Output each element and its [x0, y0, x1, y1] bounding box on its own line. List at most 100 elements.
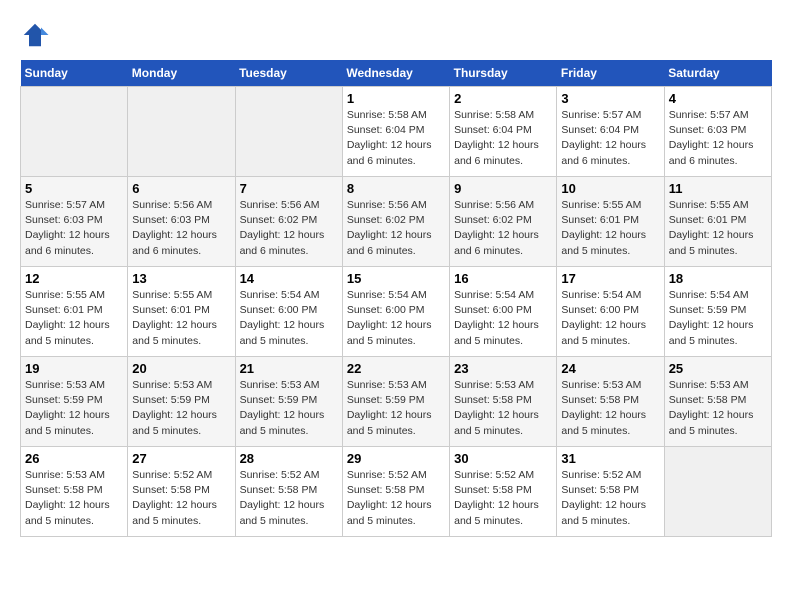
day-info: Sunrise: 5:56 AM Sunset: 6:02 PM Dayligh…	[240, 198, 338, 259]
day-info: Sunrise: 5:53 AM Sunset: 5:58 PM Dayligh…	[25, 468, 123, 529]
day-number: 14	[240, 271, 338, 286]
calendar-table: SundayMondayTuesdayWednesdayThursdayFrid…	[20, 60, 772, 537]
calendar-cell: 7Sunrise: 5:56 AM Sunset: 6:02 PM Daylig…	[235, 177, 342, 267]
calendar-cell: 25 Sunrise: 5:53 AM Sunset: 5:58 PM Dayli…	[664, 357, 771, 447]
day-number: 16	[454, 271, 552, 286]
day-info: Sunrise: 5:55 AM Sunset: 6:01 PM Dayligh…	[132, 288, 230, 349]
calendar-cell: 15Sunrise: 5:54 AM Sunset: 6:00 PM Dayli…	[342, 267, 449, 357]
day-number: 2	[454, 91, 552, 106]
calendar-cell: 11 Sunrise: 5:55 AM Sunset: 6:01 PM Dayli…	[664, 177, 771, 267]
weekday-header-monday: Monday	[128, 60, 235, 87]
calendar-cell	[664, 447, 771, 537]
page-header	[20, 20, 772, 50]
calendar-cell: 27Sunrise: 5:52 AM Sunset: 5:58 PM Dayli…	[128, 447, 235, 537]
day-number: 6	[132, 181, 230, 196]
day-info: Sunrise: 5:53 AM Sunset: 5:58 PM Dayligh…	[454, 378, 552, 439]
day-number: 19	[25, 361, 123, 376]
day-info: Sunrise: 5:54 AM Sunset: 6:00 PM Dayligh…	[240, 288, 338, 349]
day-number: 5	[25, 181, 123, 196]
day-info: Sunrise: 5:52 AM Sunset: 5:58 PM Dayligh…	[240, 468, 338, 529]
calendar-cell: 12Sunrise: 5:55 AM Sunset: 6:01 PM Dayli…	[21, 267, 128, 357]
day-number: 17	[561, 271, 659, 286]
day-info: Sunrise: 5:58 AM Sunset: 6:04 PM Dayligh…	[454, 108, 552, 169]
day-number: 9	[454, 181, 552, 196]
week-row-5: 26 Sunrise: 5:53 AM Sunset: 5:58 PM Dayli…	[21, 447, 772, 537]
day-number: 28	[240, 451, 338, 466]
day-number: 20	[132, 361, 230, 376]
day-number: 30	[454, 451, 552, 466]
day-number: 22	[347, 361, 445, 376]
day-info: Sunrise: 5:52 AM Sunset: 5:58 PM Dayligh…	[561, 468, 659, 529]
day-number: 11	[669, 181, 767, 196]
day-info: Sunrise: 5:52 AM Sunset: 5:58 PM Dayligh…	[132, 468, 230, 529]
calendar-cell: 29 Sunrise: 5:52 AM Sunset: 5:58 PM Dayli…	[342, 447, 449, 537]
calendar-cell: 24 Sunrise: 5:53 AM Sunset: 5:58 PM Dayli…	[557, 357, 664, 447]
calendar-cell: 21Sunrise: 5:53 AM Sunset: 5:59 PM Dayli…	[235, 357, 342, 447]
calendar-cell: 9 Sunrise: 5:56 AM Sunset: 6:02 PM Daylig…	[450, 177, 557, 267]
day-info: Sunrise: 5:56 AM Sunset: 6:02 PM Dayligh…	[454, 198, 552, 259]
day-number: 29	[347, 451, 445, 466]
day-info: Sunrise: 5:53 AM Sunset: 5:59 PM Dayligh…	[240, 378, 338, 439]
calendar-cell: 30 Sunrise: 5:52 AM Sunset: 5:58 PM Dayli…	[450, 447, 557, 537]
calendar-cell: 18Sunrise: 5:54 AM Sunset: 5:59 PM Dayli…	[664, 267, 771, 357]
week-row-2: 5 Sunrise: 5:57 AM Sunset: 6:03 PM Daylig…	[21, 177, 772, 267]
day-info: Sunrise: 5:53 AM Sunset: 5:59 PM Dayligh…	[25, 378, 123, 439]
logo-icon	[20, 20, 50, 50]
weekday-header-thursday: Thursday	[450, 60, 557, 87]
calendar-cell: 5 Sunrise: 5:57 AM Sunset: 6:03 PM Daylig…	[21, 177, 128, 267]
day-info: Sunrise: 5:52 AM Sunset: 5:58 PM Dayligh…	[454, 468, 552, 529]
calendar-cell: 22 Sunrise: 5:53 AM Sunset: 5:59 PM Dayli…	[342, 357, 449, 447]
calendar-cell: 3 Sunrise: 5:57 AM Sunset: 6:04 PM Daylig…	[557, 87, 664, 177]
week-row-4: 19 Sunrise: 5:53 AM Sunset: 5:59 PM Dayli…	[21, 357, 772, 447]
day-number: 26	[25, 451, 123, 466]
day-info: Sunrise: 5:53 AM Sunset: 5:59 PM Dayligh…	[132, 378, 230, 439]
calendar-cell: 1 Sunrise: 5:58 AM Sunset: 6:04 PM Daylig…	[342, 87, 449, 177]
day-info: Sunrise: 5:57 AM Sunset: 6:03 PM Dayligh…	[25, 198, 123, 259]
day-number: 3	[561, 91, 659, 106]
day-info: Sunrise: 5:56 AM Sunset: 6:02 PM Dayligh…	[347, 198, 445, 259]
weekday-header-wednesday: Wednesday	[342, 60, 449, 87]
day-info: Sunrise: 5:53 AM Sunset: 5:58 PM Dayligh…	[561, 378, 659, 439]
calendar-cell: 4Sunrise: 5:57 AM Sunset: 6:03 PM Daylig…	[664, 87, 771, 177]
day-info: Sunrise: 5:52 AM Sunset: 5:58 PM Dayligh…	[347, 468, 445, 529]
day-info: Sunrise: 5:56 AM Sunset: 6:03 PM Dayligh…	[132, 198, 230, 259]
calendar-cell	[128, 87, 235, 177]
day-number: 15	[347, 271, 445, 286]
weekday-header-friday: Friday	[557, 60, 664, 87]
day-info: Sunrise: 5:57 AM Sunset: 6:04 PM Dayligh…	[561, 108, 659, 169]
week-row-3: 12 Sunrise: 5:55 AM Sunset: 6:01 PM Dayli…	[21, 267, 772, 357]
day-number: 4	[669, 91, 767, 106]
calendar-cell: 10 Sunrise: 5:55 AM Sunset: 6:01 PM Dayli…	[557, 177, 664, 267]
day-info: Sunrise: 5:53 AM Sunset: 5:59 PM Dayligh…	[347, 378, 445, 439]
day-info: Sunrise: 5:53 AM Sunset: 5:58 PM Dayligh…	[669, 378, 767, 439]
day-info: Sunrise: 5:54 AM Sunset: 6:00 PM Dayligh…	[454, 288, 552, 349]
calendar-cell: 19 Sunrise: 5:53 AM Sunset: 5:59 PM Dayli…	[21, 357, 128, 447]
day-number: 10	[561, 181, 659, 196]
day-info: Sunrise: 5:58 AM Sunset: 6:04 PM Dayligh…	[347, 108, 445, 169]
calendar-cell: 2 Sunrise: 5:58 AM Sunset: 6:04 PM Daylig…	[450, 87, 557, 177]
day-number: 25	[669, 361, 767, 376]
weekday-header-saturday: Saturday	[664, 60, 771, 87]
weekday-header-row: SundayMondayTuesdayWednesdayThursdayFrid…	[21, 60, 772, 87]
day-info: Sunrise: 5:54 AM Sunset: 6:00 PM Dayligh…	[561, 288, 659, 349]
day-number: 23	[454, 361, 552, 376]
day-number: 12	[25, 271, 123, 286]
calendar-cell: 28 Sunrise: 5:52 AM Sunset: 5:58 PM Dayli…	[235, 447, 342, 537]
day-info: Sunrise: 5:55 AM Sunset: 6:01 PM Dayligh…	[561, 198, 659, 259]
calendar-cell: 20 Sunrise: 5:53 AM Sunset: 5:59 PM Dayli…	[128, 357, 235, 447]
day-info: Sunrise: 5:54 AM Sunset: 5:59 PM Dayligh…	[669, 288, 767, 349]
week-row-1: 1 Sunrise: 5:58 AM Sunset: 6:04 PM Daylig…	[21, 87, 772, 177]
day-number: 24	[561, 361, 659, 376]
calendar-cell: 16 Sunrise: 5:54 AM Sunset: 6:00 PM Dayli…	[450, 267, 557, 357]
logo	[20, 20, 54, 50]
calendar-cell: 17 Sunrise: 5:54 AM Sunset: 6:00 PM Dayli…	[557, 267, 664, 357]
calendar-cell: 26 Sunrise: 5:53 AM Sunset: 5:58 PM Dayli…	[21, 447, 128, 537]
calendar-cell: 23 Sunrise: 5:53 AM Sunset: 5:58 PM Dayli…	[450, 357, 557, 447]
day-number: 8	[347, 181, 445, 196]
day-info: Sunrise: 5:55 AM Sunset: 6:01 PM Dayligh…	[669, 198, 767, 259]
day-number: 31	[561, 451, 659, 466]
calendar-cell: 14 Sunrise: 5:54 AM Sunset: 6:00 PM Dayli…	[235, 267, 342, 357]
day-number: 1	[347, 91, 445, 106]
calendar-cell	[235, 87, 342, 177]
calendar-cell	[21, 87, 128, 177]
